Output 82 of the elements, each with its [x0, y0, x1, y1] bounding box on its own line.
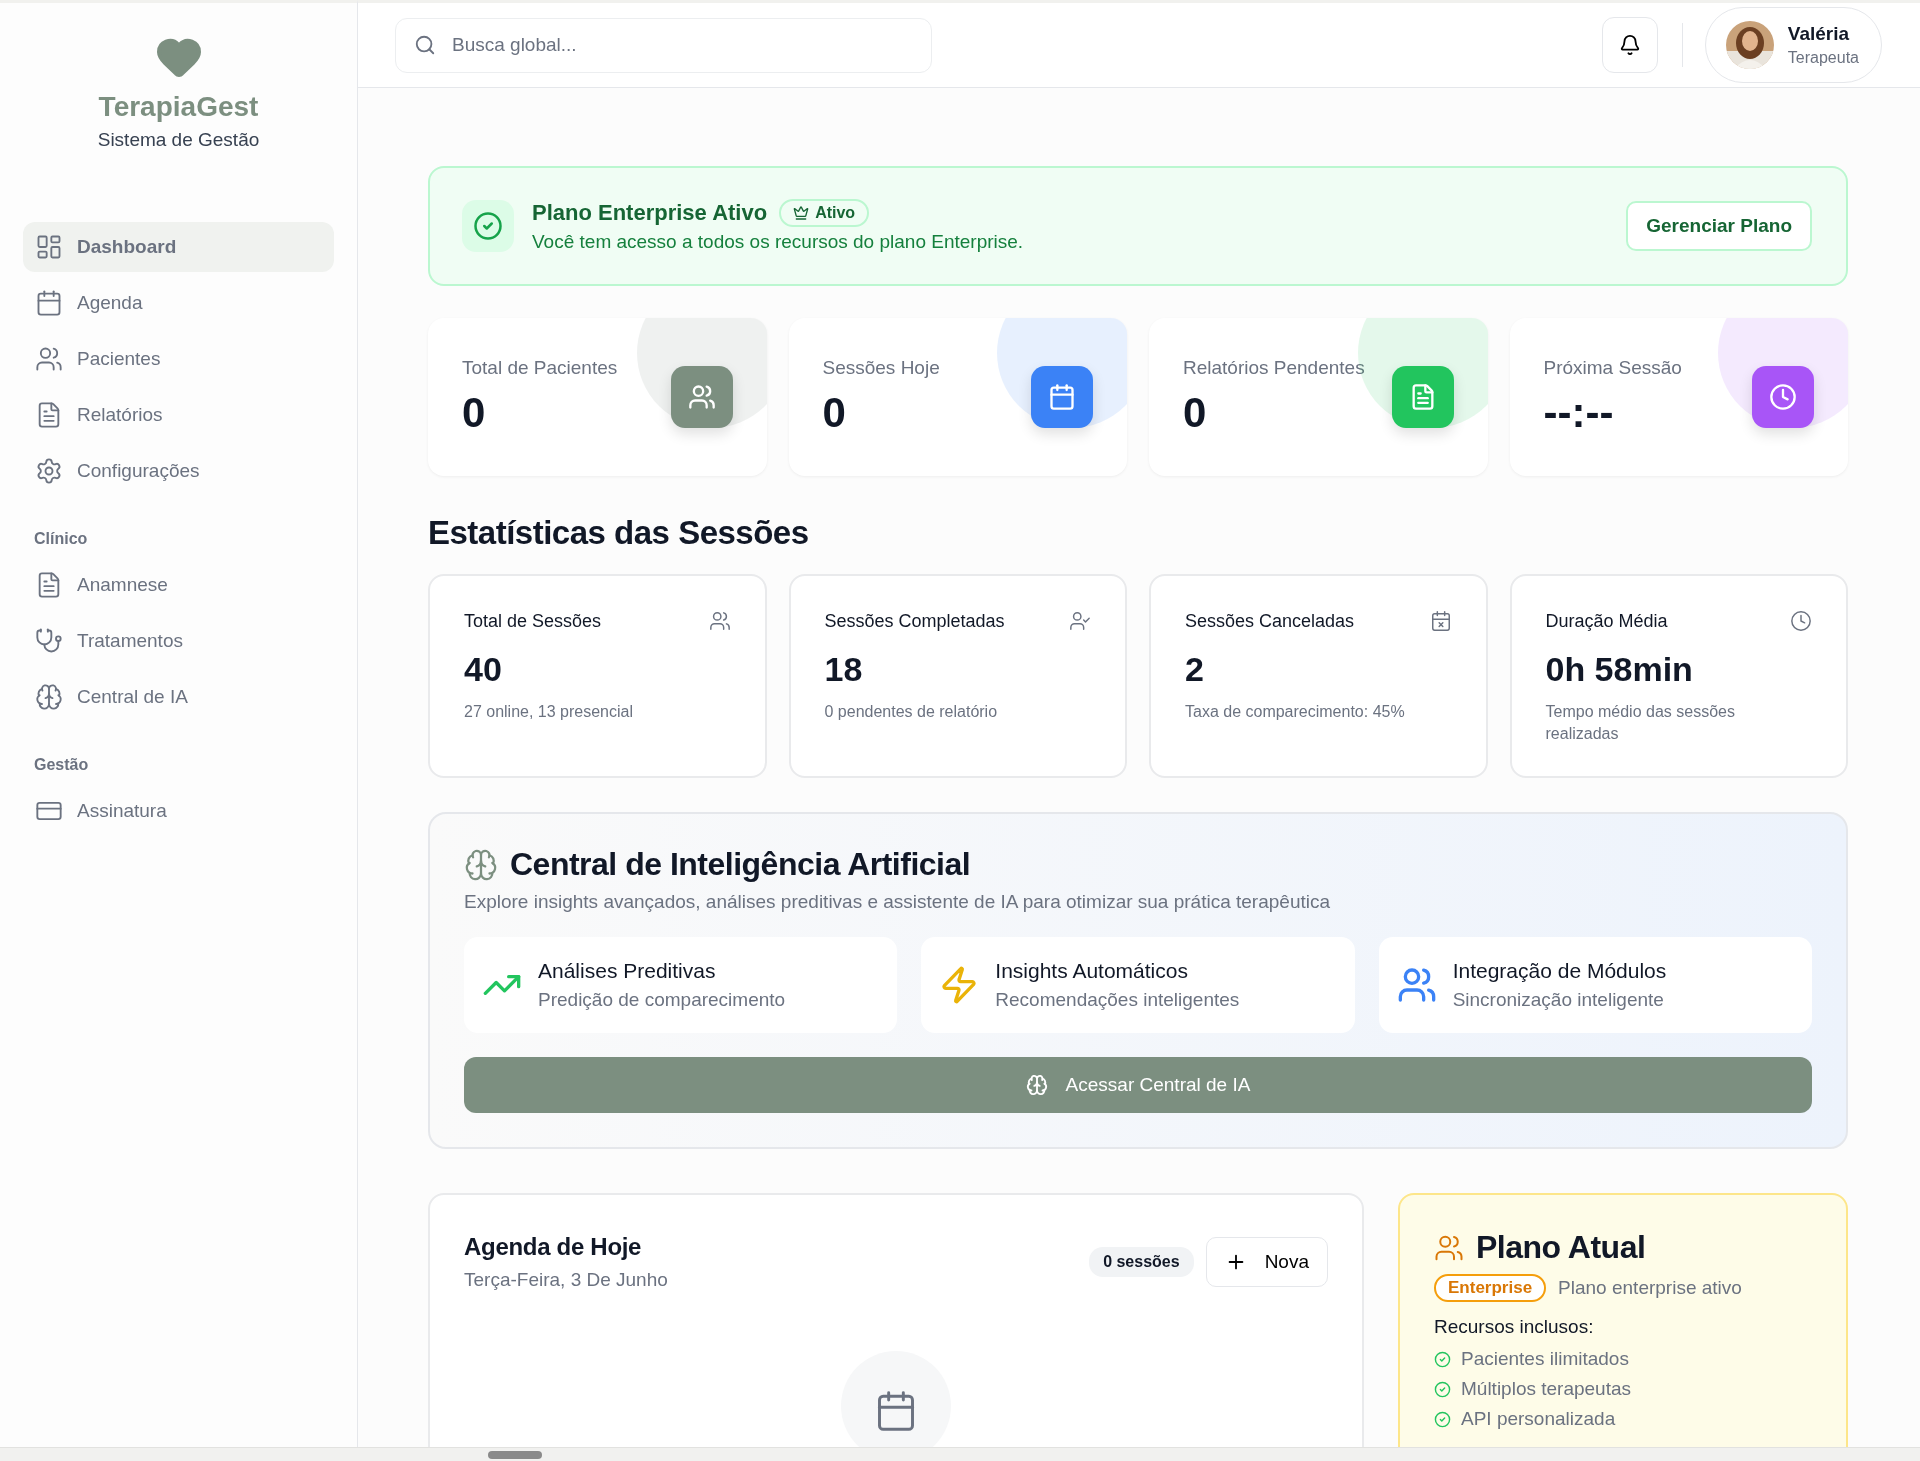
stat-label: Relatórios Pendentes [1183, 357, 1365, 379]
calendar-icon [35, 289, 63, 317]
stat-value: 2 [1185, 650, 1205, 689]
feature-title: Análises Preditivas [538, 959, 717, 983]
stethoscope-icon [35, 627, 63, 655]
card-title: Agenda de Hoje [464, 1233, 643, 1261]
banner-text: Você tem acesso a todos os recursos do plano Enterprise. [532, 231, 1024, 253]
feature-item: Pacientes ilimitados [1461, 1348, 1629, 1370]
manage-plan-button[interactable]: Gerenciar Plano [1626, 201, 1812, 251]
card-title: Plano Atual [1476, 1229, 1646, 1266]
scrollbar[interactable] [0, 1447, 1920, 1461]
card-title: Sessões Canceladas [1185, 610, 1355, 632]
stat-note: 27 online, 13 presencial [464, 702, 634, 722]
sidebar-item[interactable]: Assinatura [23, 786, 334, 836]
feature-text: Recomendações inteligentes [995, 989, 1240, 1011]
sidebar-item[interactable]: Relatórios [23, 390, 334, 440]
stat-label: Sessões Hoje [822, 357, 940, 379]
clock-icon [1790, 610, 1812, 632]
stat-value: 40 [464, 650, 503, 689]
stat-note: Tempo médio das sessões realizadas [1545, 702, 1736, 745]
stat-value: 0 [462, 389, 487, 437]
sidebar-item[interactable]: Central de IA [23, 672, 334, 722]
feature-title: Insights Automáticos [995, 959, 1189, 983]
brand-tagline: Sistema de Gestão [97, 129, 260, 151]
stat-label: Total de Pacientes [462, 357, 618, 379]
profile-button[interactable]: Valéria Terapeuta [1704, 7, 1882, 83]
section-label: Gestão [34, 756, 90, 774]
check-icon [1434, 1410, 1451, 1428]
banner-title: Plano Enterprise Ativo [532, 200, 768, 226]
brain-icon [1025, 1074, 1048, 1096]
sidebar-item[interactable]: Agenda [23, 278, 334, 328]
users-icon [708, 610, 731, 632]
bell-icon [1618, 34, 1641, 56]
stat-note: 0 pendentes de relatório [824, 702, 999, 722]
feature-item: API personalizada [1461, 1408, 1616, 1430]
stat-value: --:-- [1543, 389, 1615, 437]
section-heading: Estatísticas das Sessões [428, 514, 810, 552]
stat-value: 0h 58min [1545, 650, 1694, 689]
users-icon [35, 345, 63, 373]
brand-name: TerapiaGest [98, 91, 259, 123]
check-icon [1434, 1380, 1451, 1398]
stat-note: Taxa de comparecimento: 45% [1185, 702, 1406, 722]
feature-text: Sincronização inteligente [1452, 989, 1665, 1011]
user-role: Terapeuta [1787, 49, 1859, 67]
plan-text: Plano enterprise ativo [1558, 1277, 1742, 1299]
calendar-x-icon [1429, 610, 1452, 632]
notifications-button[interactable] [1601, 17, 1658, 73]
card-title: Sessões Completadas [824, 610, 1005, 632]
user-check-icon [1069, 610, 1091, 632]
brain-icon [35, 683, 63, 711]
search-field[interactable]: Busca global... [395, 17, 932, 73]
agenda-date: Terça-Feira, 3 De Junho [464, 1269, 668, 1291]
settings-icon [35, 457, 63, 485]
user-name: Valéria [1787, 23, 1851, 45]
sidebar-item[interactable]: Dashboard [23, 222, 334, 272]
features-title: Recursos inclusos: [1434, 1316, 1595, 1338]
feature-title: Integração de Módulos [1452, 959, 1667, 983]
status-badge: Ativo [779, 199, 870, 227]
feature-item: Múltiplos terapeutas [1461, 1378, 1632, 1400]
panel-title: Central de Inteligência Artificial [510, 846, 971, 883]
new-session-button[interactable]: Nova [1205, 1237, 1328, 1287]
dashboard-icon [35, 233, 63, 261]
panel-description: Explore insights avançados, análises preditivas e assistente de IA para otimizar sua prática terapêutica [464, 891, 1332, 913]
stat-value: 0 [822, 389, 847, 437]
search-input[interactable]: Busca global... [450, 33, 913, 57]
open-ai-button[interactable]: Acessar Central de IA [464, 1057, 1812, 1113]
brain-icon [464, 847, 498, 882]
stat-label: Próxima Sessão [1543, 357, 1682, 379]
section-label: Clínico [34, 530, 89, 548]
search-icon [414, 34, 436, 56]
sidebar-item[interactable]: Anamnese [23, 560, 334, 610]
stat-value: 18 [824, 650, 864, 689]
sidebar-item[interactable]: Pacientes [23, 334, 334, 384]
sidebar-item[interactable]: Tratamentos [23, 616, 334, 666]
card-title: Duração Média [1545, 610, 1668, 632]
plan-badge: Enterprise [1434, 1274, 1547, 1302]
feature-text: Predição de comparecimento [538, 989, 786, 1011]
check-icon [1434, 1350, 1451, 1368]
stat-value: 0 [1183, 389, 1208, 437]
card-title: Total de Sessões [464, 610, 602, 632]
session-count: 0 sessões [1089, 1247, 1194, 1277]
sidebar-item[interactable]: Configurações [23, 446, 334, 496]
